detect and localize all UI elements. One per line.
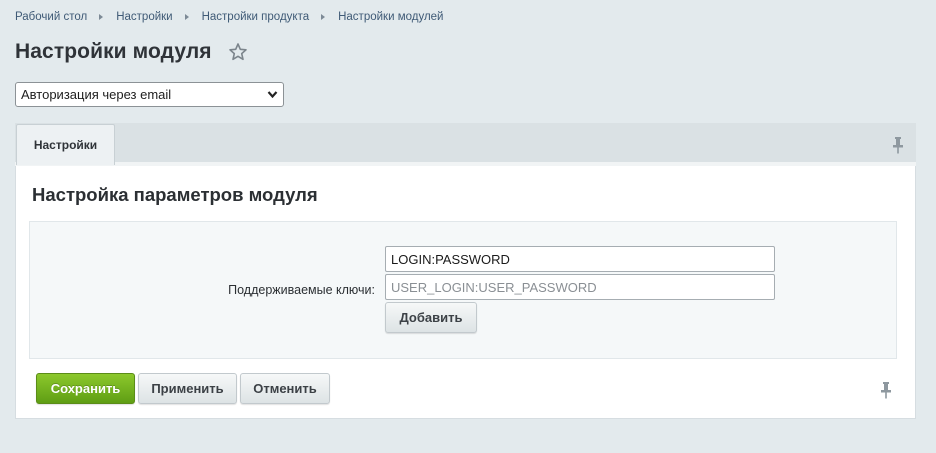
page: Рабочий стол Настройки Настройки продукт… xyxy=(0,0,936,453)
breadcrumb-settings[interactable]: Настройки xyxy=(116,11,172,23)
module-select[interactable]: Авторизация через email xyxy=(15,82,284,107)
breadcrumb-separator-icon xyxy=(99,14,104,20)
pin-icon[interactable] xyxy=(880,381,892,399)
supported-key-input-2[interactable] xyxy=(385,274,775,300)
breadcrumb-desktop[interactable]: Рабочий стол xyxy=(15,11,87,23)
add-key-button[interactable]: Добавить xyxy=(385,302,477,333)
section-title: Настройка параметров модуля xyxy=(32,184,318,205)
page-title: Настройки модуля xyxy=(15,40,212,63)
title-row: Настройки модуля xyxy=(15,40,248,64)
supported-keys-label: Поддерживаемые ключи: xyxy=(228,283,375,297)
chevron-down-icon xyxy=(267,91,278,99)
save-button[interactable]: Сохранить xyxy=(36,373,135,404)
breadcrumb-separator-icon xyxy=(184,14,189,20)
supported-key-input-1[interactable] xyxy=(385,246,775,272)
tab-settings[interactable]: Настройки xyxy=(16,124,115,165)
tab-bar: Настройки xyxy=(15,123,916,166)
breadcrumb-module-settings[interactable]: Настройки модулей xyxy=(338,11,443,23)
settings-panel: Настройка параметров модуля Поддерживаем… xyxy=(15,166,916,419)
star-icon[interactable] xyxy=(228,42,248,62)
module-select-value: Авторизация через email xyxy=(21,87,172,102)
pin-icon[interactable] xyxy=(892,136,904,154)
breadcrumb: Рабочий стол Настройки Настройки продукт… xyxy=(15,11,443,23)
cancel-button[interactable]: Отменить xyxy=(240,373,330,404)
breadcrumb-product-settings[interactable]: Настройки продукта xyxy=(202,11,310,23)
apply-button[interactable]: Применить xyxy=(138,373,237,404)
params-box: Поддерживаемые ключи: Добавить xyxy=(29,221,897,359)
breadcrumb-separator-icon xyxy=(321,14,326,20)
